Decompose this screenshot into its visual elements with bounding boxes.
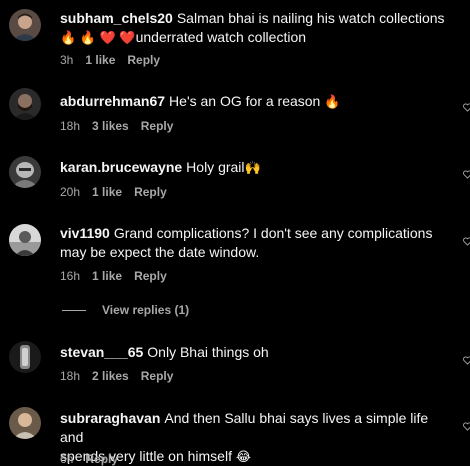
comment-text: abdurrehman67 He's an OG for a reason 🔥 <box>60 92 450 111</box>
view-replies-button[interactable]: View replies (1) <box>62 303 189 317</box>
timestamp: 6h <box>60 452 74 466</box>
comment-body-line2: may be expect the date window. <box>60 244 260 260</box>
like-count[interactable]: 1 like <box>92 185 122 199</box>
comment-text: viv1190 Grand complications? I don't see … <box>60 224 450 262</box>
divider-line <box>62 309 86 311</box>
heart-icon[interactable] <box>463 99 470 112</box>
heart-icon[interactable] <box>463 166 470 179</box>
comment-body: Grand complications? I don't see any com… <box>113 225 433 241</box>
comment-meta: 18h 3 likes Reply <box>60 119 185 133</box>
avatar[interactable] <box>9 224 41 256</box>
comment-text: subham_chels20 Salman bhai is nailing his… <box>60 9 450 47</box>
reply-button[interactable]: Reply <box>134 185 167 199</box>
like-count[interactable]: 1 like <box>92 269 122 283</box>
reply-button[interactable]: Reply <box>141 119 174 133</box>
timestamp: 18h <box>60 119 81 133</box>
reply-button[interactable]: Reply <box>85 452 118 466</box>
heart-icon[interactable] <box>463 352 470 365</box>
emoji-group: 🔥 🔥 ❤️ ❤️ <box>60 30 136 45</box>
like-count[interactable]: 3 likes <box>92 119 129 133</box>
fire-emoji: 🔥 <box>324 94 341 109</box>
username[interactable]: subham_chels20 <box>60 10 173 26</box>
comment-meta: 18h 2 likes Reply <box>60 369 185 383</box>
avatar[interactable] <box>9 88 41 120</box>
comment-body: Holy grail <box>186 159 245 175</box>
comment-text: karan.brucewayne Holy grail🙌 <box>60 158 450 177</box>
heart-icon[interactable] <box>463 418 470 431</box>
avatar[interactable] <box>9 341 41 373</box>
reply-button[interactable]: Reply <box>141 369 174 383</box>
username[interactable]: karan.brucewayne <box>60 159 182 175</box>
comment-body-line2: underrated watch collection <box>135 29 307 45</box>
comment-meta: 20h 1 like Reply <box>60 185 179 199</box>
username[interactable]: stevan___65 <box>60 344 143 360</box>
comment-meta: 16h 1 like Reply <box>60 269 179 283</box>
heart-icon[interactable] <box>463 233 470 246</box>
view-replies-label: View replies (1) <box>102 303 190 317</box>
reply-button[interactable]: Reply <box>127 53 160 67</box>
reply-button[interactable]: Reply <box>134 269 167 283</box>
like-count[interactable]: 2 likes <box>92 369 129 383</box>
laughing-emoji: 😂 <box>235 449 252 464</box>
like-count[interactable]: 1 like <box>85 53 115 67</box>
avatar[interactable] <box>9 9 41 41</box>
timestamp: 3h <box>60 53 74 67</box>
comment-meta: 6h Reply <box>60 452 130 466</box>
comment-meta: 3h 1 like Reply <box>60 53 172 67</box>
timestamp: 16h <box>60 269 81 283</box>
timestamp: 18h <box>60 369 81 383</box>
raised-hands-emoji: 🙌 <box>244 160 261 175</box>
comment-text: stevan___65 Only Bhai things oh <box>60 343 450 362</box>
comment-body: He's an OG for a reason <box>169 93 321 109</box>
username[interactable]: abdurrehman67 <box>60 93 165 109</box>
timestamp: 20h <box>60 185 81 199</box>
avatar[interactable] <box>9 156 41 188</box>
comment-body: Salman bhai is nailing his watch collect… <box>176 10 445 26</box>
username[interactable]: viv1190 <box>60 225 110 241</box>
avatar[interactable] <box>9 407 41 439</box>
comment-body: Only Bhai things oh <box>147 344 269 360</box>
username[interactable]: subraraghavan <box>60 410 160 426</box>
